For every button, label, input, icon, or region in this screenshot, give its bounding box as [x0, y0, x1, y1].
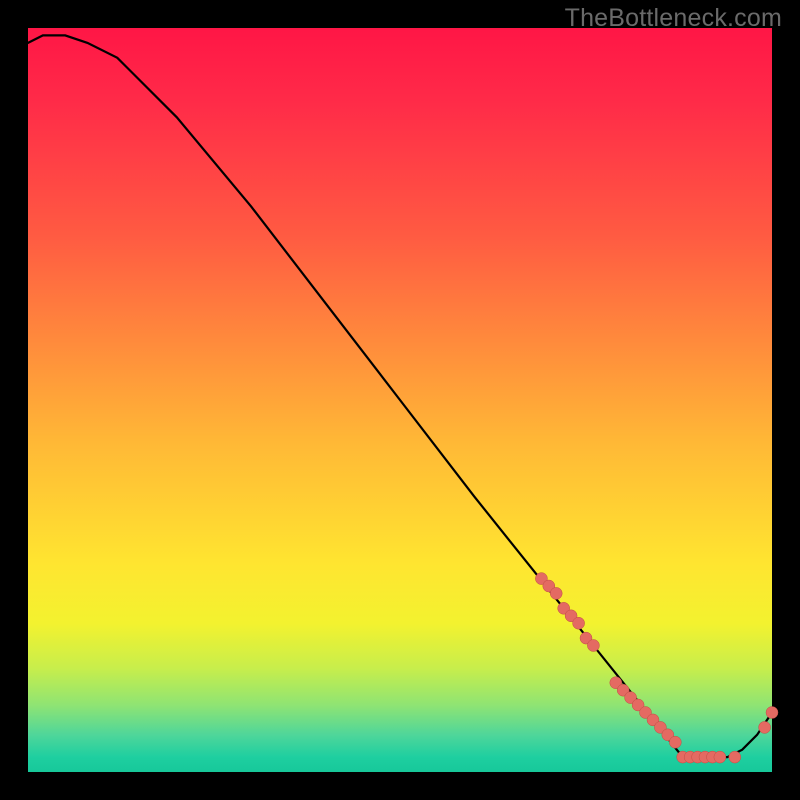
- data-dot: [729, 751, 741, 763]
- chart-frame: TheBottleneck.com: [0, 0, 800, 800]
- data-dot: [714, 751, 726, 763]
- data-dot: [573, 617, 585, 629]
- data-dot: [669, 736, 681, 748]
- data-dot: [766, 707, 778, 719]
- bottleneck-curve: [28, 35, 772, 757]
- chart-overlay: [28, 28, 772, 772]
- watermark-text: TheBottleneck.com: [565, 4, 782, 33]
- data-dot: [587, 640, 599, 652]
- data-dot: [550, 587, 562, 599]
- plot-area: [28, 28, 772, 772]
- data-dot: [759, 721, 771, 733]
- data-dots: [535, 573, 778, 764]
